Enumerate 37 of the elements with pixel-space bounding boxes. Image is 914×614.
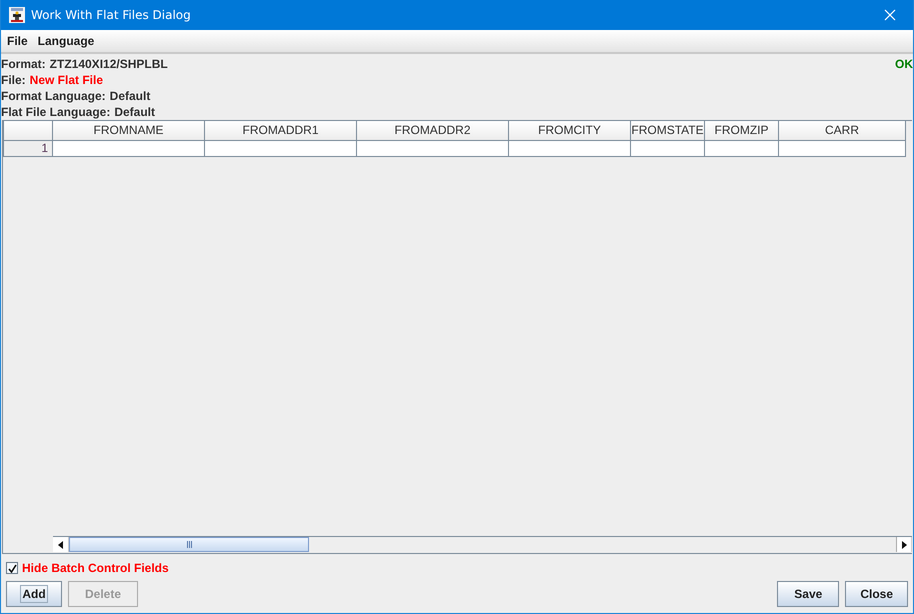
menu-item[interactable]: File — [2, 33, 33, 49]
info-value: Default — [110, 88, 150, 104]
grip-icon — [186, 541, 192, 548]
row-number: 1 — [3, 141, 53, 157]
horizontal-scrollbar[interactable] — [53, 536, 912, 553]
scroll-right-icon[interactable] — [902, 540, 906, 548]
scroll-left-icon[interactable] — [58, 540, 63, 548]
action-button[interactable]: Save — [777, 581, 840, 607]
table-cell[interactable] — [705, 141, 779, 157]
info-label: Flat File Language: — [1, 104, 110, 120]
column-header[interactable]: FROMCITY — [509, 121, 631, 141]
app-icon — [9, 7, 25, 23]
info-value: New Flat File — [30, 72, 104, 88]
table-cell[interactable] — [53, 141, 205, 157]
action-button[interactable]: Add — [6, 581, 62, 607]
table-cell[interactable] — [779, 141, 906, 157]
table-cell[interactable] — [205, 141, 357, 157]
info-label: File: — [1, 72, 26, 88]
table-cell[interactable] — [631, 141, 705, 157]
action-button[interactable]: Close — [845, 581, 908, 607]
column-header[interactable]: FROMSTATE — [631, 121, 705, 141]
column-header[interactable]: FROMNAME — [53, 121, 205, 141]
column-header[interactable]: FROMADDR2 — [357, 121, 509, 141]
window-title: Work With Flat Files Dialog — [31, 8, 192, 22]
column-header[interactable]: FROMADDR1 — [205, 121, 357, 141]
checkbox[interactable] — [6, 562, 18, 574]
table-cell[interactable] — [509, 141, 631, 157]
info-value: Default — [114, 104, 156, 120]
table-cell[interactable] — [357, 141, 509, 157]
status-text: OK — [895, 56, 913, 73]
checkbox-label: Hide Batch Control Fields — [22, 561, 169, 575]
info-label: Format: — [1, 56, 46, 72]
column-header[interactable]: CARR — [779, 121, 906, 141]
menu-item[interactable]: Language — [32, 33, 100, 49]
info-label: Format Language: — [1, 88, 106, 104]
info-value: ZTZ140XI12/SHPLBL — [50, 56, 168, 72]
column-header[interactable]: FROMZIP — [705, 121, 779, 141]
